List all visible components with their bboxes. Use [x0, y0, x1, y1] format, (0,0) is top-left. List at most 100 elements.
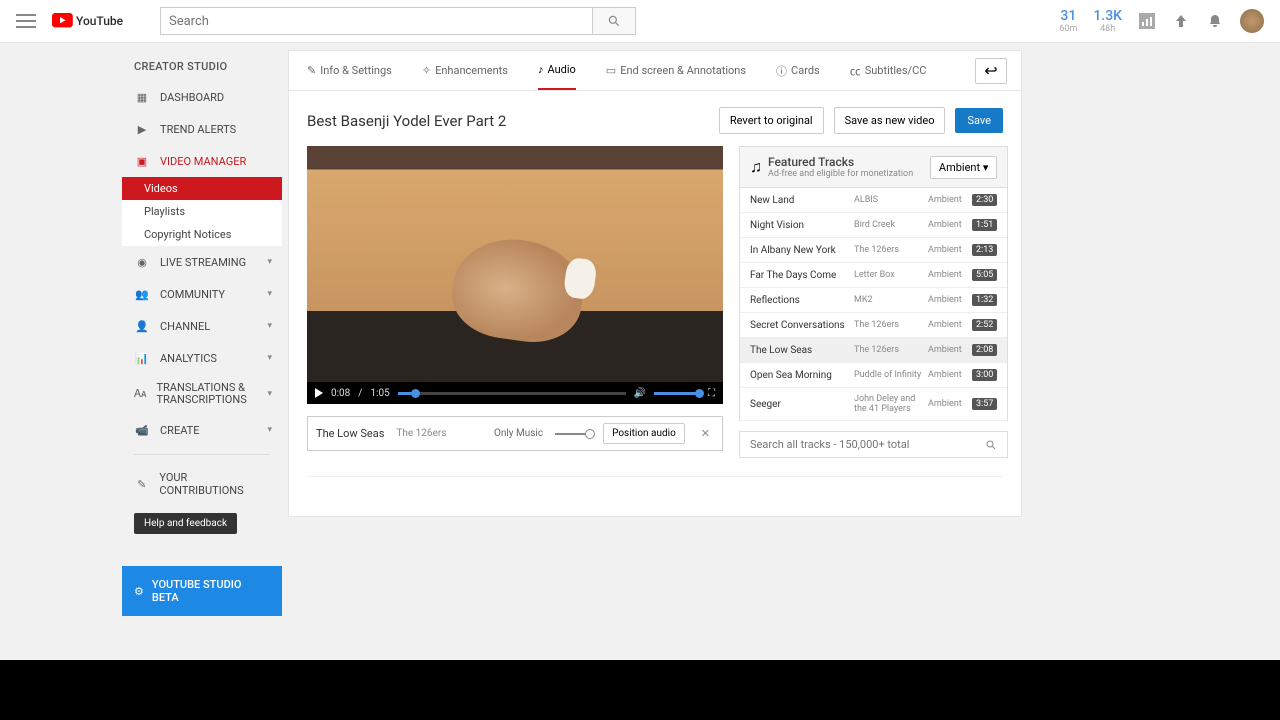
- contributions-icon: ✎: [134, 476, 149, 492]
- sidebar-item-trend-alerts[interactable]: ▶TREND ALERTS: [122, 113, 282, 145]
- chevron-down-icon: ▾: [267, 289, 272, 299]
- featured-subtitle: Ad-free and eligible for monetization: [768, 169, 913, 179]
- analytics-sidebar-icon: 📊: [134, 350, 150, 366]
- search-input[interactable]: [160, 7, 592, 35]
- play-button[interactable]: [315, 388, 323, 398]
- tab-audio[interactable]: ♪Audio: [538, 51, 576, 90]
- gear-icon: ⚙: [134, 585, 144, 598]
- track-row[interactable]: Open Sea MorningPuddle of InfinityAmbien…: [740, 363, 1007, 388]
- track-artist: Puddle of Infinity: [854, 370, 928, 380]
- featured-title: Featured Tracks: [768, 155, 913, 169]
- endscreen-icon: ▭: [606, 64, 616, 77]
- stat-60m[interactable]: 3160m: [1059, 8, 1077, 34]
- volume-slider[interactable]: [654, 392, 700, 395]
- search-tracks-input[interactable]: [750, 438, 985, 451]
- seek-bar[interactable]: [398, 392, 626, 395]
- sidebar-item-contributions[interactable]: ✎YOUR CONTRIBUTIONS: [122, 463, 282, 505]
- youtube-logo[interactable]: YouTube: [52, 10, 124, 32]
- studio-beta-button[interactable]: ⚙YOUTUBE STUDIO BETA: [122, 566, 282, 616]
- cc-icon: ㏄: [850, 63, 861, 79]
- track-genre: Ambient: [928, 220, 972, 230]
- sidebar-item-channel[interactable]: 👤CHANNEL▾: [122, 310, 282, 342]
- genre-dropdown[interactable]: Ambient ▾: [930, 156, 997, 179]
- sidebar-sub-copyright[interactable]: Copyright Notices: [122, 223, 282, 246]
- sidebar-item-community[interactable]: 👥COMMUNITY▾: [122, 278, 282, 310]
- track-title: Night Vision: [750, 220, 854, 231]
- live-icon: ◉: [134, 254, 150, 270]
- revert-button[interactable]: Revert to original: [719, 107, 824, 134]
- sidebar-item-analytics[interactable]: 📊ANALYTICS▾: [122, 342, 282, 374]
- track-row[interactable]: SeegerJohn Deley and the 41 PlayersAmbie…: [740, 388, 1007, 421]
- tab-subtitles[interactable]: ㏄Subtitles/CC: [850, 51, 927, 90]
- track-row[interactable]: Far The Days ComeLetter BoxAmbient5:05: [740, 263, 1007, 288]
- track-row[interactable]: Night VisionBird CreekAmbient1:51: [740, 213, 1007, 238]
- track-genre: Ambient: [928, 245, 972, 255]
- tab-enhancements[interactable]: ✧Enhancements: [422, 51, 508, 90]
- track-title: Reflections: [750, 295, 854, 306]
- selected-track-artist: The 126ers: [396, 428, 446, 439]
- search-icon: [985, 439, 997, 451]
- editor-tabs: ✎Info & Settings ✧Enhancements ♪Audio ▭E…: [289, 51, 1021, 91]
- track-row[interactable]: The Low SeasThe 126ersAmbient2:08: [740, 338, 1007, 363]
- letterbox-bottom: [0, 660, 1280, 720]
- pencil-icon: ✎: [307, 64, 316, 77]
- video-column: 0:08 / 1:05 🔊 ⛶ The Low Seas The 126ers …: [307, 146, 723, 458]
- track-row[interactable]: In Albany New YorkThe 126ersAmbient2:13: [740, 238, 1007, 263]
- undo-button[interactable]: ↩: [975, 58, 1007, 84]
- upload-icon[interactable]: [1172, 12, 1190, 30]
- track-row[interactable]: ReflectionsMK2Ambient1:32: [740, 288, 1007, 313]
- track-row[interactable]: Secret ConversationsThe 126ersAmbient2:5…: [740, 313, 1007, 338]
- track-genre: Ambient: [928, 320, 972, 330]
- video-player[interactable]: [307, 146, 723, 382]
- sidebar-item-live[interactable]: ◉LIVE STREAMING▾: [122, 246, 282, 278]
- remove-track-button[interactable]: ✕: [697, 427, 714, 440]
- panel-footer: [307, 476, 1003, 516]
- community-icon: 👥: [134, 286, 150, 302]
- divider: [134, 454, 270, 455]
- volume-icon[interactable]: 🔊: [634, 388, 646, 399]
- track-artist: John Deley and the 41 Players: [854, 394, 928, 414]
- music-icon: ♪: [538, 63, 544, 76]
- track-duration: 5:05: [972, 269, 997, 281]
- sidebar: CREATOR STUDIO ▦DASHBOARD ▶TREND ALERTS …: [122, 50, 282, 616]
- main-panel: ✎Info & Settings ✧Enhancements ♪Audio ▭E…: [288, 50, 1022, 517]
- track-row[interactable]: New LandALBISAmbient2:30: [740, 188, 1007, 213]
- wand-icon: ✧: [422, 64, 431, 77]
- avatar[interactable]: [1240, 9, 1264, 33]
- mix-label: Only Music: [494, 428, 543, 439]
- track-genre: Ambient: [928, 399, 972, 409]
- stat-48h[interactable]: 1.3K48h: [1093, 8, 1122, 34]
- save-as-new-button[interactable]: Save as new video: [834, 107, 946, 134]
- position-audio-button[interactable]: Position audio: [603, 423, 685, 444]
- track-title: New Land: [750, 195, 854, 206]
- track-genre: Ambient: [928, 370, 972, 380]
- track-duration: 1:51: [972, 219, 997, 231]
- save-button[interactable]: Save: [955, 108, 1003, 133]
- tab-cards[interactable]: ⓘCards: [776, 51, 820, 90]
- sidebar-item-translations[interactable]: 🗛TRANSLATIONS & TRANSCRIPTIONS▾: [122, 374, 282, 414]
- track-duration: 2:52: [972, 319, 997, 331]
- sidebar-item-dashboard[interactable]: ▦DASHBOARD: [122, 81, 282, 113]
- analytics-icon[interactable]: [1138, 12, 1156, 30]
- tab-endscreen[interactable]: ▭End screen & Annotations: [606, 51, 746, 90]
- top-bar: YouTube 3160m 1.3K48h: [0, 0, 1280, 43]
- sidebar-sub-videos[interactable]: Videos: [122, 177, 282, 200]
- track-artist: The 126ers: [854, 245, 928, 255]
- tab-info-settings[interactable]: ✎Info & Settings: [307, 51, 392, 90]
- topbar-right: 3160m 1.3K48h: [1059, 8, 1264, 34]
- mix-slider[interactable]: [555, 433, 591, 435]
- camera-icon: 📹: [134, 422, 150, 438]
- track-artist: MK2: [854, 295, 928, 305]
- help-feedback-button[interactable]: Help and feedback: [134, 513, 237, 534]
- sidebar-item-create[interactable]: 📹CREATE▾: [122, 414, 282, 446]
- search-button[interactable]: [592, 7, 636, 35]
- fullscreen-icon[interactable]: ⛶: [708, 388, 715, 399]
- menu-icon[interactable]: [16, 14, 36, 28]
- chevron-down-icon: ▾: [267, 321, 272, 331]
- sidebar-item-video-manager[interactable]: ▣VIDEO MANAGER: [122, 145, 282, 177]
- sidebar-sub-playlists[interactable]: Playlists: [122, 200, 282, 223]
- music-note-icon: ♫: [750, 157, 762, 177]
- track-title: Open Sea Morning: [750, 370, 854, 381]
- sidebar-heading: CREATOR STUDIO: [122, 50, 282, 81]
- notifications-icon[interactable]: [1206, 12, 1224, 30]
